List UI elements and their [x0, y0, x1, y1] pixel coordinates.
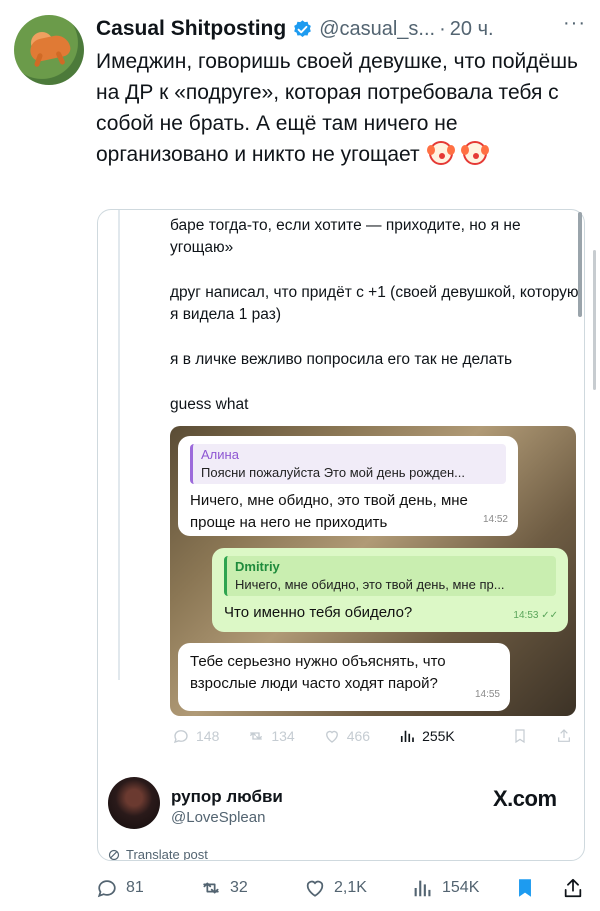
message-time: 14:55 — [474, 689, 500, 700]
header-separator: · — [439, 17, 446, 40]
reply-count: 81 — [126, 879, 144, 896]
message-text: Ничего, мне обидно, это твой день, мне п… — [190, 492, 468, 531]
bookmark-filled-icon — [519, 879, 531, 897]
message-time: 14:53 ✓✓ — [513, 610, 558, 621]
inner-like: 466 — [323, 727, 370, 745]
chat-screenshot: Алина Поясни пожалуйста Это мой день рож… — [170, 426, 576, 716]
retweet-icon — [203, 882, 219, 894]
views-button[interactable]: 154K — [412, 877, 479, 899]
inner-retweet: 134 — [247, 727, 295, 745]
inner-bookmark-icon — [512, 727, 528, 745]
inner-views: 255K — [398, 727, 455, 745]
verified-badge-icon — [294, 19, 311, 37]
reply-text: Поясни пожалуйста Это мой день рожден... — [201, 465, 465, 480]
globe-icon — [108, 849, 120, 860]
quoted-user-handle: @LoveSplean — [171, 809, 266, 826]
message-text: Тебе серьезно нужно объяснять, что взрос… — [190, 653, 446, 692]
tweet-actions-bar: 81 32 2,1K 154K — [96, 872, 586, 904]
clown-face-icon — [427, 141, 454, 165]
embed-text-line: guess what — [170, 396, 249, 413]
heart-icon — [325, 730, 338, 743]
reply-icon — [173, 730, 188, 744]
chat-bubble-outgoing: Dmitriy Ничего, мне обидно, это твой ден… — [212, 548, 568, 632]
embed-text-line: друг написал, что придёт с +1 (своей дев… — [170, 284, 579, 323]
message-time: 14:52 — [482, 514, 508, 525]
author-handle[interactable]: @casual_s... — [319, 18, 435, 41]
embedded-screenshot[interactable]: баре тогда-то, если хотите — приходите, … — [97, 209, 585, 861]
author-avatar[interactable] — [14, 15, 84, 85]
clown-face-icon — [461, 141, 488, 165]
inner-reply: 148 — [172, 727, 219, 745]
retweet-icon — [250, 732, 263, 740]
quoted-user: рупор любви @LoveSplean X.com — [108, 775, 576, 835]
inner-share-icon — [556, 727, 572, 745]
embed-text-line: баре тогда-то, если хотите — приходите, … — [170, 217, 521, 256]
message-text: Что именно тебя обидело? — [224, 604, 413, 621]
share-button[interactable] — [562, 877, 584, 899]
reply-quote: Dmitriy Ничего, мне обидно, это твой ден… — [224, 556, 556, 596]
tweet-text: Имеджин, говоришь своей девушке, что пой… — [96, 46, 586, 170]
reply-button[interactable]: 81 — [96, 877, 144, 899]
heart-icon — [306, 880, 324, 897]
reply-author: Dmitriy — [235, 559, 280, 574]
like-button[interactable]: 2,1K — [304, 877, 367, 899]
reply-author: Алина — [201, 447, 239, 462]
views-count: 154K — [442, 879, 480, 896]
tweet-text-body: Имеджин, говоришь своей девушке, что пой… — [96, 50, 578, 166]
bookmark-button[interactable] — [514, 877, 536, 899]
tweet: Casual Shitposting @casual_s... · 20 ч. … — [0, 0, 600, 911]
share-icon — [564, 878, 582, 898]
like-count: 2,1K — [334, 879, 367, 896]
inner-actions-bar: 148 134 466 255K — [172, 722, 572, 750]
reply-quote: Алина Поясни пожалуйста Это мой день рож… — [190, 444, 506, 484]
embed-scrollbar — [578, 212, 582, 317]
double-check-icon: ✓✓ — [541, 610, 558, 621]
chat-bubble-incoming: Тебе серьезно нужно объяснять, что взрос… — [178, 643, 510, 711]
chat-bubble-incoming: Алина Поясни пожалуйста Это мой день рож… — [178, 436, 518, 536]
author-name[interactable]: Casual Shitposting — [96, 17, 286, 41]
x-logo: X.com — [493, 786, 557, 811]
thread-line — [118, 210, 120, 680]
retweet-count: 32 — [230, 879, 248, 896]
translate-post-link: Translate post — [108, 847, 208, 860]
embed-text-line: я в личке вежливо попросила его так не д… — [170, 351, 513, 368]
quoted-user-avatar — [108, 777, 160, 829]
views-icon — [401, 730, 414, 742]
page-scrollbar[interactable] — [593, 250, 596, 390]
tweet-time[interactable]: 20 ч. — [450, 18, 494, 41]
more-options-icon[interactable]: ··· — [563, 13, 587, 34]
retweet-button[interactable]: 32 — [200, 877, 248, 899]
quoted-user-name: рупор любви — [171, 787, 283, 806]
tweet-header: Casual Shitposting @casual_s... · 20 ч. — [96, 16, 494, 42]
reply-icon — [97, 880, 116, 898]
views-icon — [414, 880, 431, 897]
reply-text: Ничего, мне обидно, это твой день, мне п… — [235, 577, 505, 592]
